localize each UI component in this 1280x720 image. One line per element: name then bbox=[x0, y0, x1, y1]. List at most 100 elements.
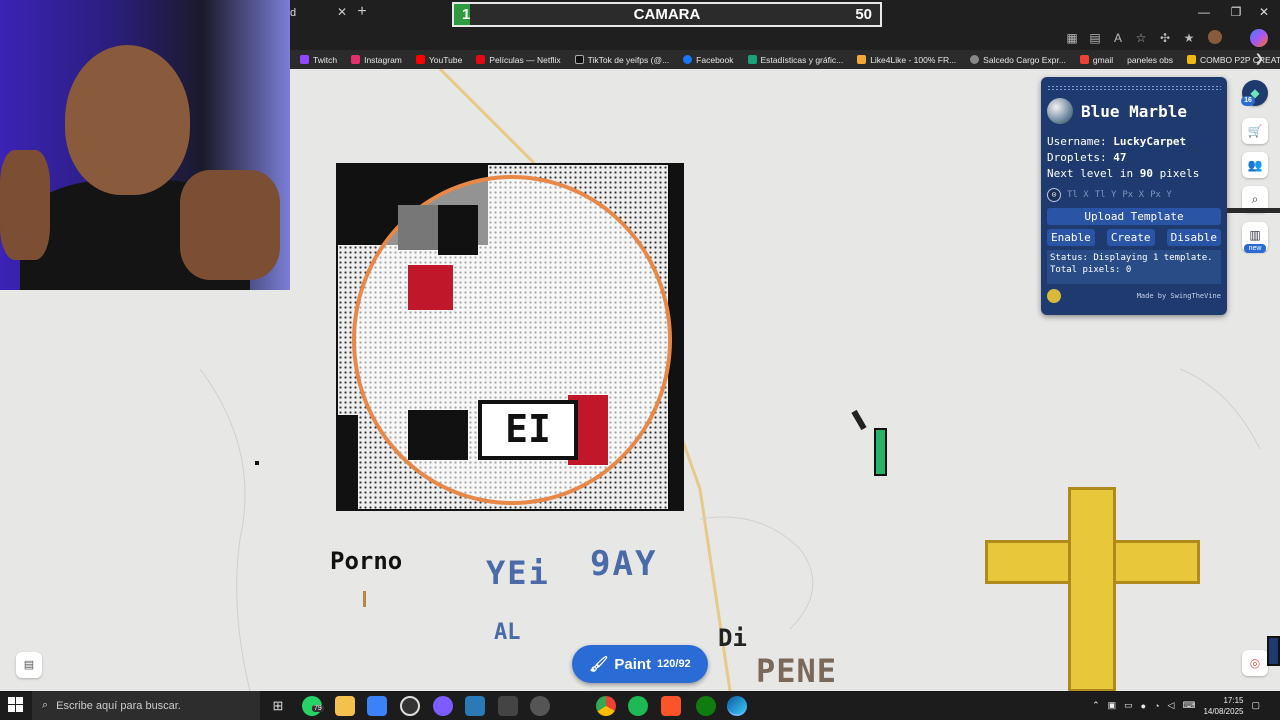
bookmark-like4like[interactable]: Like4Like - 100% FR... bbox=[857, 55, 956, 65]
tab-title: d bbox=[290, 7, 297, 19]
brush-icon: 🖌 bbox=[589, 656, 609, 673]
coord-tl-x-input[interactable]: Tl X bbox=[1067, 190, 1089, 200]
brave-icon[interactable] bbox=[661, 696, 681, 716]
status-text: Status: Displaying 1 template. bbox=[1050, 253, 1213, 263]
system-tray: ⌃ ▣ ▭ ● ◔ ◁ ⌨ 17:15 14/08/2025 ▢ bbox=[1092, 691, 1260, 720]
create-button[interactable]: Create bbox=[1106, 229, 1155, 246]
status-text-2: Total pixels: 0 bbox=[1050, 265, 1132, 275]
rail-divider bbox=[1227, 208, 1280, 213]
thumbs-up-icon bbox=[857, 55, 867, 64]
map-text-gay: 9AY bbox=[590, 544, 658, 584]
paint-label: Paint bbox=[614, 655, 652, 673]
pin-icon[interactable]: ⊙ bbox=[1047, 188, 1061, 202]
map-text-pene: PENE bbox=[756, 652, 838, 690]
favorites-icon[interactable]: ★ bbox=[1180, 29, 1198, 47]
pixel-artwork: EI bbox=[336, 163, 684, 511]
steam-icon[interactable] bbox=[465, 696, 485, 716]
reader-icon[interactable]: ▤ bbox=[1086, 29, 1104, 47]
bookmarks-more-icon[interactable]: ❯ bbox=[1255, 52, 1264, 65]
spotify-icon[interactable] bbox=[628, 696, 648, 716]
upload-template-button[interactable]: Upload Template bbox=[1047, 208, 1221, 225]
network-icon[interactable]: ◔ bbox=[1154, 701, 1159, 711]
next-level-value: 90 bbox=[1139, 167, 1153, 180]
enable-button[interactable]: Enable bbox=[1047, 229, 1095, 246]
map-text-al: AL bbox=[494, 620, 521, 645]
app-icon-1[interactable] bbox=[498, 696, 518, 716]
coord-px-x-input[interactable]: Px X bbox=[1122, 190, 1144, 200]
read-aloud-icon[interactable]: A bbox=[1109, 29, 1127, 47]
map-green-pixels bbox=[874, 428, 887, 476]
bookmark-facebook[interactable]: Facebook bbox=[683, 55, 734, 65]
map-mark bbox=[363, 591, 366, 607]
chrome-icon[interactable] bbox=[596, 696, 616, 716]
binance-icon bbox=[1187, 55, 1197, 64]
battery-icon[interactable]: ▭ bbox=[1124, 700, 1133, 711]
users-icon[interactable]: 👥 bbox=[1242, 152, 1268, 178]
settings-icon[interactable] bbox=[1047, 289, 1061, 303]
level-badge: 16 bbox=[1241, 96, 1255, 106]
tab-close-icon[interactable]: ✕ bbox=[334, 4, 350, 20]
webcam-overlay bbox=[0, 0, 290, 290]
language-icon[interactable]: ⌨ bbox=[1182, 700, 1195, 711]
apps-icon[interactable]: ▦ bbox=[1063, 29, 1081, 47]
bookmark-estadisticas[interactable]: Estadísticas y gráfic... bbox=[747, 55, 843, 65]
location-icon[interactable]: ◎ bbox=[1242, 650, 1268, 676]
bookmark-salcedo[interactable]: Salcedo Cargo Expr... bbox=[970, 55, 1066, 65]
tiktok-icon bbox=[574, 55, 584, 64]
panel-drag-handle[interactable] bbox=[1047, 85, 1221, 92]
disable-button[interactable]: Disable bbox=[1166, 229, 1221, 246]
notifications-icon[interactable]: ▢ bbox=[1251, 700, 1260, 711]
twitch-icon bbox=[300, 55, 309, 64]
new-tab-button[interactable]: + bbox=[352, 2, 372, 22]
obs-icon[interactable] bbox=[400, 696, 420, 716]
task-view-icon[interactable]: ⊞ bbox=[268, 696, 288, 716]
app-icon-2[interactable] bbox=[530, 696, 550, 716]
bookmark-youtube[interactable]: YouTube bbox=[415, 55, 462, 65]
minimize-button[interactable]: — bbox=[1188, 0, 1220, 26]
bookmark-netflix[interactable]: Películas — Netflix bbox=[476, 55, 561, 65]
coord-px-y-input[interactable]: Px Y bbox=[1150, 190, 1172, 200]
paint-button[interactable]: 🖌 Paint 120/92 bbox=[572, 645, 708, 683]
facebook-icon bbox=[683, 55, 693, 64]
volume-icon[interactable]: ◁ bbox=[1168, 700, 1175, 711]
copilot-icon[interactable] bbox=[1250, 29, 1268, 47]
globe-icon[interactable] bbox=[1047, 98, 1073, 124]
store-icon[interactable] bbox=[367, 696, 387, 716]
clock-time: 17:15 bbox=[1223, 695, 1244, 705]
edge-icon[interactable] bbox=[727, 696, 747, 716]
tray-chevron-icon[interactable]: ⌃ bbox=[1092, 700, 1100, 711]
coord-tl-y-input[interactable]: Tl Y bbox=[1095, 190, 1117, 200]
map-text-porno: Porno bbox=[330, 547, 403, 575]
bookmark-instagram[interactable]: Instagram bbox=[351, 55, 402, 65]
file-explorer-icon[interactable] bbox=[335, 696, 355, 716]
microphone-icon[interactable]: ● bbox=[1141, 701, 1146, 711]
bookmark-gmail[interactable]: gmail bbox=[1079, 55, 1113, 65]
browser-toolbar: ▦ ▤ A ☆ ✣ ★ ⇪ bbox=[290, 26, 1280, 50]
close-window-button[interactable]: ✕ bbox=[1248, 0, 1280, 26]
bookmark-paneles-obs[interactable]: paneles obs bbox=[1127, 55, 1173, 65]
map-text-di: Di bbox=[718, 624, 747, 652]
instagram-icon bbox=[351, 55, 361, 64]
extensions-icon[interactable]: ✣ bbox=[1156, 29, 1174, 47]
stats-icon bbox=[747, 55, 757, 64]
netflix-icon bbox=[476, 55, 486, 64]
taskbar-clock[interactable]: 17:15 14/08/2025 bbox=[1203, 695, 1243, 717]
scoreboard-overlay: 1 CAMARA 50 bbox=[452, 2, 882, 27]
taskbar-search-input[interactable]: ⌕ Escribe aquí para buscar. bbox=[32, 691, 260, 720]
xbox-icon[interactable] bbox=[696, 696, 716, 716]
map-text-yei: YEi bbox=[486, 554, 550, 592]
windows-start-icon[interactable] bbox=[8, 697, 24, 713]
username-row: Username: LuckyCarpet bbox=[1047, 135, 1187, 148]
gmail-icon bbox=[1079, 55, 1089, 64]
windows-taskbar: ⌕ Escribe aquí para buscar. ⊞ 79 ⌃ ▣ ▭ ●… bbox=[0, 691, 1280, 720]
layers-icon[interactable]: ▤ bbox=[16, 652, 42, 678]
bookmark-combo-p2p[interactable]: COMBO P2P CREAT... bbox=[1187, 55, 1280, 65]
bookmark-tiktok[interactable]: TikTok de yeifps (@... bbox=[574, 55, 669, 65]
bookmark-twitch[interactable]: Twitch bbox=[300, 55, 337, 65]
profile-avatar[interactable] bbox=[1208, 30, 1222, 44]
favorite-star-icon[interactable]: ☆ bbox=[1132, 29, 1150, 47]
tray-app-icon[interactable]: ▣ bbox=[1108, 700, 1117, 711]
search-placeholder: Escribe aquí para buscar. bbox=[56, 699, 181, 712]
discord-icon[interactable] bbox=[433, 696, 453, 716]
store-cart-icon[interactable]: 🛒 bbox=[1242, 118, 1268, 144]
